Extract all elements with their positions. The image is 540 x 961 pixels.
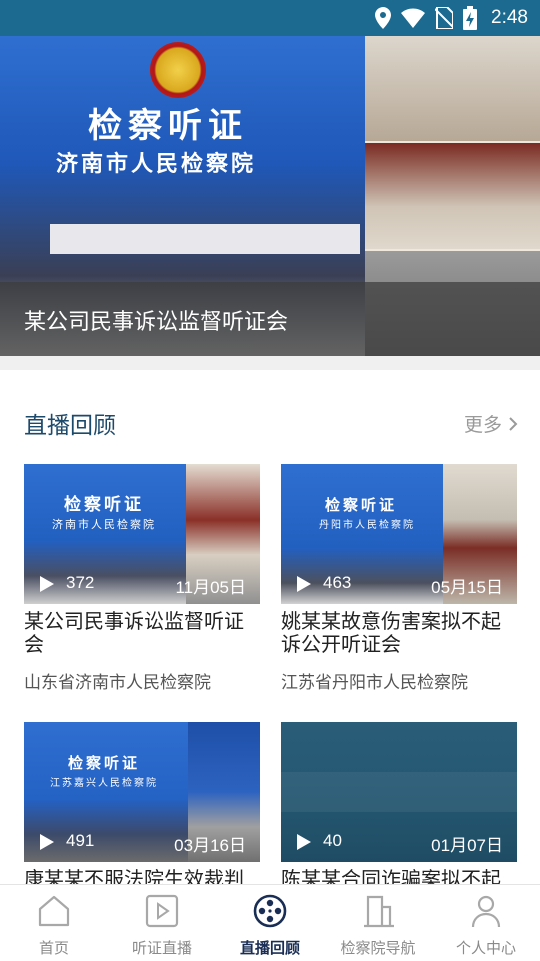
tab-label: 首页 [38, 939, 69, 957]
section-header: 直播回顾 更多 [24, 404, 518, 444]
tab-procuratorate-nav[interactable]: 检察院导航 [324, 885, 432, 961]
replay-card[interactable]: 检察听证 丹阳市人民检察院 463 05月15日 姚某某故意伤害案拟不起诉公开听… [281, 464, 517, 693]
section-title: 直播回顾 [24, 413, 116, 439]
tab-replay[interactable]: 直播回顾 [216, 885, 324, 961]
replay-thumbnail: 检察听证 江苏嘉兴人民检察院 491 03月16日 [24, 722, 260, 862]
replay-organization: 山东省济南市人民检察院 [24, 673, 211, 693]
hero-table [50, 224, 360, 254]
hero-caption: 某公司民事诉讼监督听证会 [24, 310, 289, 335]
tab-label: 检察院导航 [340, 939, 416, 957]
thumb-meta: 463 05月15日 [281, 564, 517, 604]
broadcast-date: 01月07日 [431, 836, 503, 855]
person-icon [471, 895, 501, 928]
replay-thumbnail: 检察听证 丹阳市人民检察院 463 05月15日 [281, 464, 517, 604]
view-count: 491 [66, 831, 95, 850]
more-label: 更多 [463, 414, 502, 436]
hero-sign-title: 检察听证 [88, 106, 248, 146]
hero-banner[interactable]: 检察听证 济南市人民检察院 某公司民事诉讼监督听证会 [0, 36, 540, 356]
live-icon [145, 894, 179, 928]
view-count: 463 [323, 573, 352, 592]
thumb-meta: 40 01月07日 [281, 822, 517, 862]
tab-label: 听证直播 [131, 939, 192, 957]
thumb-sign-title: 检察听证 [325, 496, 398, 514]
view-count: 372 [66, 573, 95, 592]
tab-label: 直播回顾 [239, 939, 300, 957]
tab-label: 个人中心 [455, 939, 516, 957]
hero-caption-bar: 某公司民事诉讼监督听证会 [0, 282, 540, 356]
home-icon [38, 895, 70, 927]
tab-live[interactable]: 听证直播 [108, 885, 216, 961]
broadcast-date: 11月05日 [175, 578, 246, 597]
more-link[interactable]: 更多 [464, 410, 518, 437]
divider [0, 356, 540, 370]
replay-card[interactable]: 40 01月07日 陈某某合同诈骗案拟不起 [281, 722, 517, 903]
play-icon [40, 834, 54, 850]
bottom-tab-bar: 首页 听证直播 直播回顾 检察院导航 个人中心 [0, 884, 540, 960]
thumb-sign-title: 检察听证 [64, 495, 144, 515]
replay-card[interactable]: 检察听证 济南市人民检察院 372 11月05日 某公司民事诉讼监督听证会 山东… [24, 464, 260, 693]
procuratorate-emblem [150, 42, 206, 98]
play-icon [40, 576, 54, 592]
play-icon [297, 576, 311, 592]
thumb-meta: 491 03月16日 [24, 822, 260, 862]
view-count: 40 [323, 831, 342, 850]
broadcast-date: 03月16日 [174, 836, 246, 855]
replay-title: 某公司民事诉讼监督听证会 [24, 609, 244, 656]
replay-organization: 江苏省丹阳市人民检察院 [281, 673, 468, 693]
clock: 2:48 [491, 7, 528, 28]
building-icon [364, 895, 394, 928]
tab-home[interactable]: 首页 [0, 885, 108, 961]
status-bar: 2:48 [0, 0, 540, 36]
wifi-icon [401, 8, 426, 28]
battery-charging-icon [463, 6, 478, 30]
replay-title: 姚某某故意伤害案拟不起诉公开听证会 [281, 609, 501, 656]
no-sim-icon [435, 7, 454, 29]
thumb-meta: 372 11月05日 [24, 564, 260, 604]
thumb-sign-subtitle: 济南市人民检察院 [52, 518, 156, 531]
chevron-right-icon [509, 416, 518, 431]
tab-profile[interactable]: 个人中心 [432, 885, 540, 961]
thumb-sign-title: 检察听证 [68, 754, 141, 772]
replay-card[interactable]: 检察听证 江苏嘉兴人民检察院 491 03月16日 康某某不服法院生效裁判 [24, 722, 260, 903]
broadcast-date: 05月15日 [431, 578, 503, 597]
thumb-sign-subtitle: 丹阳市人民检察院 [319, 520, 415, 531]
status-icons: 2:48 [375, 6, 528, 30]
replay-thumbnail: 40 01月07日 [281, 722, 517, 862]
play-icon [297, 834, 311, 850]
hero-sign-subtitle: 济南市人民检察院 [56, 151, 257, 177]
location-icon [375, 7, 392, 29]
thumb-sign-subtitle: 江苏嘉兴人民检察院 [50, 778, 158, 789]
replay-thumbnail: 检察听证 济南市人民检察院 372 11月05日 [24, 464, 260, 604]
film-reel-icon [253, 894, 287, 928]
